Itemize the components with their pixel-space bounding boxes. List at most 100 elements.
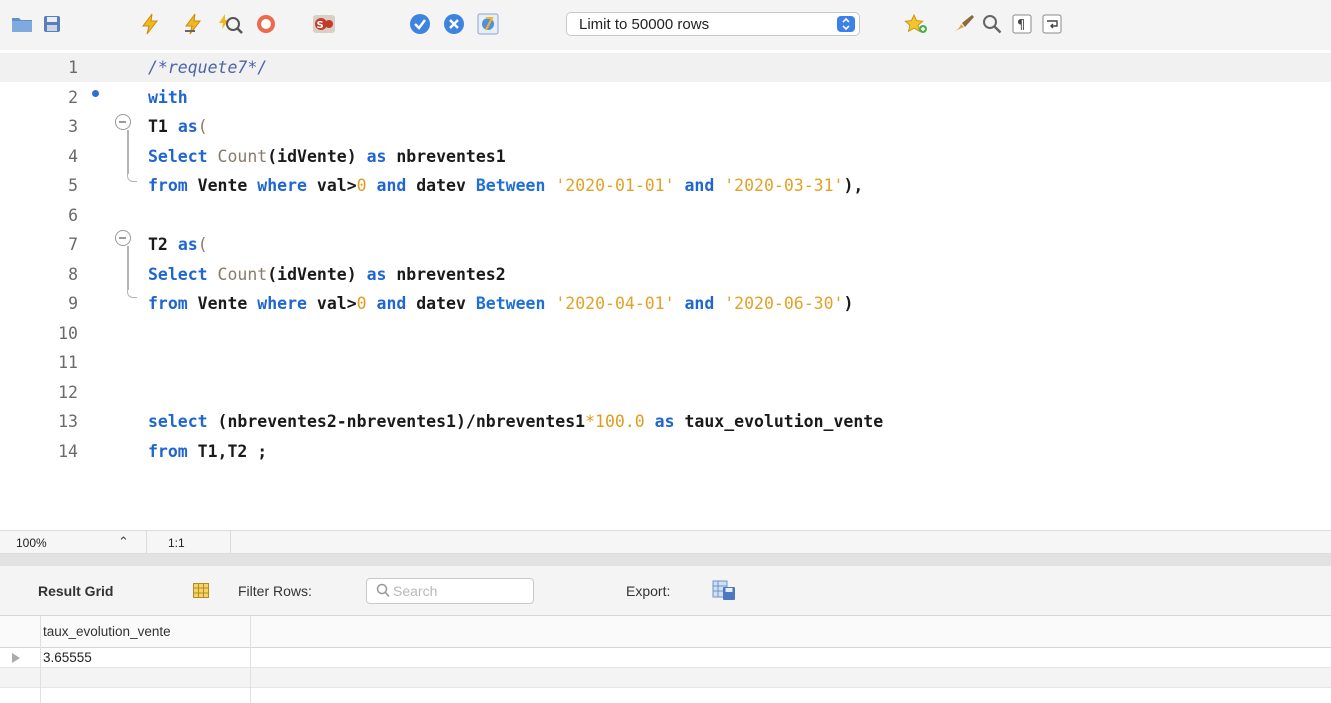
code-token: T2 (148, 235, 178, 254)
code-line[interactable]: 11 (0, 348, 1331, 377)
code-token: with (148, 87, 188, 107)
code-token: Count (217, 146, 268, 166)
code-line[interactable]: 1 /*requete7*/ (0, 53, 1331, 82)
beautify-icon[interactable] (950, 10, 978, 38)
line-number: 2 (68, 87, 78, 107)
code-token: from (148, 294, 198, 313)
table-row[interactable]: 3.65555 (0, 648, 1331, 668)
zoom-level[interactable]: 100% (16, 536, 47, 550)
code-line[interactable]: 4 Select Count(idVente) as nbreventes1 (0, 142, 1331, 171)
chevron-updown-icon (837, 16, 855, 32)
code-line[interactable]: 6 (0, 201, 1331, 230)
code-line[interactable]: 13 select (nbreventes2-nbreventes1)/nbrev… (0, 407, 1331, 436)
code-token: ), (843, 176, 864, 195)
code-text: T2 as( (148, 230, 208, 259)
code-line[interactable]: 14 from T1,T2 ; (0, 437, 1331, 466)
code-line[interactable]: 9 from Vente where val>0 and datev Betwee… (0, 289, 1331, 318)
panel-splitter[interactable] (0, 554, 1331, 566)
filter-search-input[interactable] (393, 582, 527, 600)
grid-layout-icon[interactable] (193, 583, 209, 598)
cursor-position: 1:1 (168, 536, 185, 550)
invisible-chars-icon[interactable]: ¶ (1008, 10, 1036, 38)
code-line[interactable]: 10 (0, 319, 1331, 348)
line-number: 1 (68, 58, 78, 77)
code-token: Vente (197, 294, 258, 313)
code-token: val> (316, 176, 357, 195)
folder-icon[interactable] (8, 10, 36, 38)
line-number: 13 (58, 412, 78, 431)
code-token: and (366, 176, 417, 195)
code-token: (nbreventes2-nbreventes1)/nbreventes1 (217, 412, 586, 431)
code-token: as (366, 146, 397, 166)
code-line[interactable]: 2 with (0, 83, 1331, 112)
stop-icon[interactable] (252, 10, 280, 38)
save-icon[interactable] (38, 10, 66, 38)
code-line[interactable]: 12 (0, 378, 1331, 407)
fold-toggle-icon[interactable] (115, 230, 131, 246)
limit-rows-select-label: Limit to 50000 rows (579, 16, 710, 33)
line-number: 3 (68, 117, 78, 136)
code-line[interactable]: 7 T2 as( (0, 230, 1331, 259)
code-token: from (148, 176, 198, 195)
line-number: 8 (68, 264, 78, 284)
code-token: T1,T2 ; (197, 441, 268, 461)
autocommit-icon[interactable] (474, 10, 502, 38)
export-icon[interactable] (712, 578, 736, 602)
code-line[interactable]: 8 Select Count(idVente) as nbreventes2 (0, 260, 1331, 289)
code-token: '2020-01-01' (555, 176, 675, 195)
code-text: Select Count(idVente) as nbreventes1 (148, 142, 506, 171)
code-token: 100.0 (595, 412, 645, 431)
add-snippet-icon[interactable] (902, 10, 930, 38)
fold-guide (127, 246, 129, 290)
zoom-stepper-icon[interactable]: ⌃ (118, 534, 129, 550)
fold-toggle-icon[interactable] (115, 114, 131, 130)
code-token: where (257, 294, 317, 313)
code-text: with (148, 83, 188, 112)
code-token: as (644, 412, 685, 431)
table-cell[interactable]: 3.65555 (43, 650, 92, 665)
line-number: 9 (68, 294, 78, 313)
status-divider (230, 531, 231, 555)
code-token: 0 (356, 176, 367, 195)
export-label: Export: (626, 583, 671, 599)
grid-divider (250, 616, 251, 703)
code-text: from Vente where val>0 and datev Between… (148, 171, 863, 200)
code-text: Select Count(idVente) as nbreventes2 (148, 260, 506, 289)
filter-search-box[interactable] (366, 578, 534, 604)
code-token: '2020-06-30' (724, 294, 844, 313)
search-icon (376, 583, 390, 604)
explain-icon[interactable] (216, 10, 244, 38)
limit-rows-select[interactable]: Limit to 50000 rows (566, 12, 860, 36)
grid-divider (40, 616, 41, 703)
code-line[interactable]: 5 from Vente where val>0 and datev Betwee… (0, 171, 1331, 200)
code-token: as (177, 235, 198, 254)
column-header[interactable]: taux_evolution_vente (43, 624, 171, 639)
execute-current-icon[interactable] (180, 10, 208, 38)
code-token: * (585, 412, 596, 431)
code-token: Count (217, 264, 268, 284)
svg-text:S: S (317, 20, 324, 31)
line-number: 4 (68, 146, 78, 166)
result-grid-tab[interactable]: Result Grid (38, 583, 113, 599)
code-token: as (177, 117, 198, 136)
code-token: ( (197, 235, 208, 254)
word-wrap-icon[interactable] (1038, 10, 1066, 38)
row-pointer-icon (12, 653, 20, 663)
code-token: (idVente) (267, 264, 367, 284)
code-line[interactable]: 3 T1 as( (0, 112, 1331, 141)
sql-editor[interactable]: 14 from T1,T2 ; 13 select (nbreventes2-nbre… (0, 50, 1331, 530)
line-number: 14 (58, 441, 78, 461)
code-token: ) (843, 294, 854, 313)
code-token: nbreventes2 (396, 264, 506, 284)
code-token: Between (475, 294, 556, 313)
code-token: Select (148, 146, 218, 166)
execute-icon[interactable] (136, 10, 164, 38)
find-icon[interactable] (978, 10, 1006, 38)
fold-guide-end (127, 290, 137, 298)
editor-toolbar: S Limit to 50000 rows ¶ (0, 0, 1331, 50)
stop-on-error-icon[interactable]: S (310, 10, 338, 38)
rollback-icon[interactable] (440, 10, 468, 38)
result-toolbar: Result Grid Filter Rows: Export: (0, 566, 1331, 616)
commit-icon[interactable] (406, 10, 434, 38)
code-token: 0 (356, 294, 367, 313)
